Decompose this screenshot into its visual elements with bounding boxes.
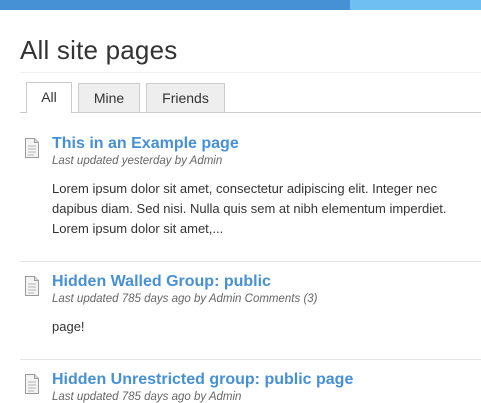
item-divider <box>20 261 481 262</box>
excerpt-line: Lorem ipsum dolor sit amet,... <box>52 221 224 236</box>
tab-friends[interactable]: Friends <box>146 83 225 112</box>
page-document-icon <box>24 138 40 158</box>
tab-mine[interactable]: Mine <box>78 83 140 112</box>
page-document-icon <box>24 374 40 394</box>
excerpt-line: page! <box>52 319 85 334</box>
list-item: Hidden Unrestricted group: public page L… <box>20 371 481 403</box>
list-item: Hidden Walled Group: public Last updated… <box>20 273 481 360</box>
excerpt-line: Lorem ipsum dolor sit amet, consectetur … <box>52 181 438 196</box>
page-document-icon <box>24 276 40 296</box>
item-meta: Last updated yesterday by Admin <box>52 155 223 167</box>
tab-all[interactable]: All <box>26 82 72 113</box>
list-item: This in an Example page Last updated yes… <box>20 135 481 262</box>
item-excerpt: page! <box>52 317 85 337</box>
item-excerpt: Lorem ipsum dolor sit amet, consectetur … <box>52 179 447 239</box>
filter-tabs: All Mine Friends <box>20 81 481 113</box>
item-title-link[interactable]: Hidden Walled Group: public <box>52 273 271 291</box>
item-title-link[interactable]: This in an Example page <box>52 135 239 153</box>
tabs-baseline <box>20 112 481 113</box>
excerpt-line: dapibus diam. Sed nisi. Nulla quis sem a… <box>52 201 447 216</box>
title-divider <box>20 72 481 73</box>
item-meta: Last updated 785 days ago by Admin <box>52 391 242 403</box>
item-title-link[interactable]: Hidden Unrestricted group: public page <box>52 371 353 389</box>
top-header-accent <box>350 0 481 10</box>
page-title: All site pages <box>20 35 178 65</box>
item-meta: Last updated 785 days ago by Admin Comme… <box>52 293 318 305</box>
item-divider <box>20 359 481 360</box>
